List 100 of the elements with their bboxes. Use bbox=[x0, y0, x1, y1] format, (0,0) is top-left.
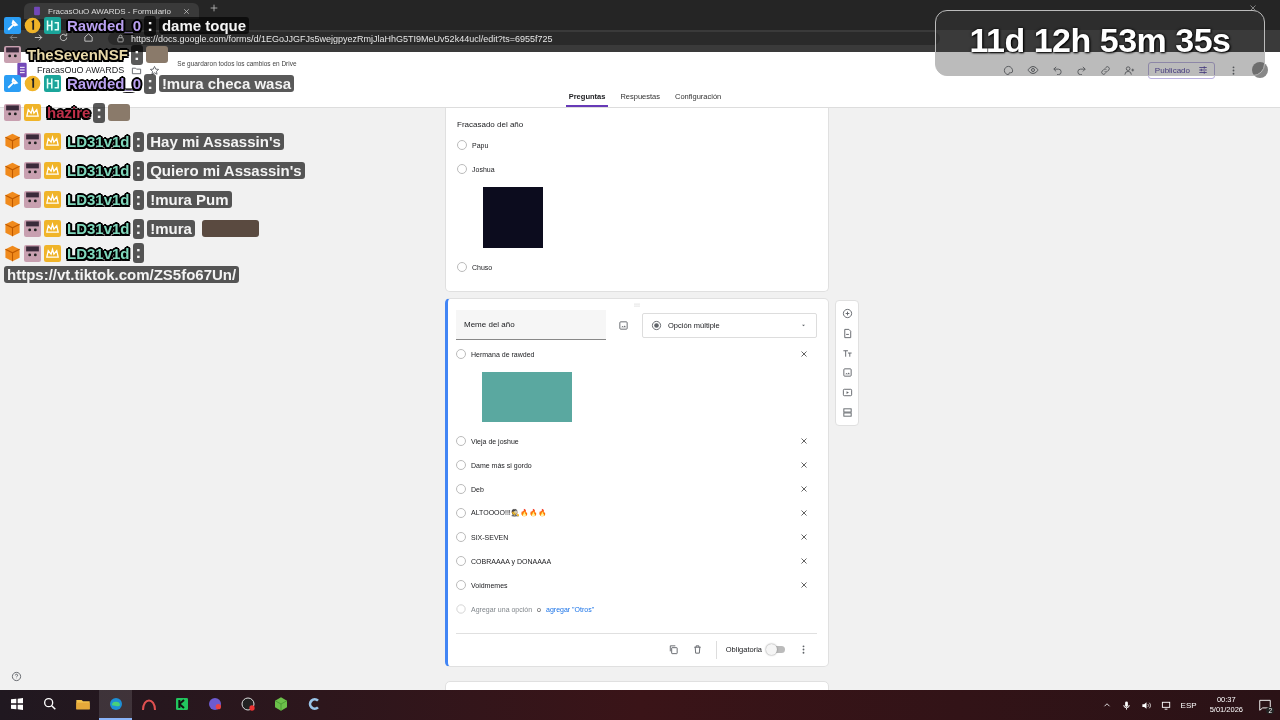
cube-badge-icon bbox=[4, 220, 21, 237]
chat-separator: : bbox=[144, 15, 156, 36]
cube-badge-icon bbox=[4, 191, 21, 208]
eye-icon[interactable] bbox=[1026, 64, 1039, 76]
crown-badge-icon bbox=[44, 220, 61, 237]
chat-separator: : bbox=[132, 189, 145, 210]
browser-icon bbox=[107, 696, 124, 712]
wrench-badge-icon bbox=[4, 17, 21, 34]
avatar[interactable] bbox=[1252, 62, 1268, 78]
countdown-timer: 11d 12h 53m 35s bbox=[969, 20, 1231, 60]
copy-icon[interactable] bbox=[667, 644, 679, 655]
browser-tab[interactable]: FracasOuO AWARDS - Formulario bbox=[24, 3, 199, 19]
import-icon[interactable] bbox=[841, 328, 853, 339]
radio-selected-icon bbox=[651, 319, 662, 331]
close-icon[interactable] bbox=[799, 460, 809, 470]
notification-icon bbox=[1258, 698, 1272, 712]
chat-message: !mura checa wasa bbox=[158, 75, 295, 92]
star-icon[interactable] bbox=[149, 64, 161, 76]
chat-separator: : bbox=[132, 160, 145, 181]
redo-icon[interactable] bbox=[1075, 64, 1087, 76]
chat-separator: : bbox=[132, 243, 145, 263]
chat-separator: : bbox=[132, 131, 145, 152]
windows-icon bbox=[8, 696, 25, 712]
cube-badge-icon bbox=[4, 244, 21, 262]
language-indicator[interactable]: ESP bbox=[1180, 700, 1197, 710]
video-icon[interactable] bbox=[841, 386, 853, 398]
face-badge-icon bbox=[4, 104, 21, 121]
crown-badge-icon bbox=[44, 162, 61, 179]
forward-icon[interactable] bbox=[33, 32, 44, 43]
question-title: Fracasado del año bbox=[457, 118, 525, 131]
forms-icon bbox=[14, 60, 30, 80]
crown-badge-icon bbox=[44, 191, 61, 208]
close-icon[interactable] bbox=[799, 532, 809, 542]
back-icon[interactable] bbox=[8, 32, 19, 43]
image-icon[interactable] bbox=[618, 319, 629, 331]
link-icon[interactable] bbox=[1099, 64, 1111, 76]
face-badge-icon bbox=[24, 220, 41, 237]
add-person-icon[interactable] bbox=[1123, 64, 1135, 76]
question-title-field[interactable]: Meme del año bbox=[456, 310, 606, 340]
close-icon[interactable] bbox=[799, 580, 809, 590]
chat-separator: : bbox=[130, 44, 143, 65]
home-icon[interactable] bbox=[83, 32, 94, 43]
image-icon[interactable] bbox=[841, 367, 853, 379]
wrench-badge-icon bbox=[4, 75, 21, 92]
face-badge-icon bbox=[4, 46, 21, 63]
chat-message: https://vt.tiktok.com/ZS5fo67Un/ bbox=[4, 266, 240, 283]
trash-icon[interactable] bbox=[691, 644, 703, 655]
face-badge-icon bbox=[24, 191, 41, 208]
chat-separator: : bbox=[132, 218, 145, 239]
chat-separator: : bbox=[93, 102, 106, 123]
speaker-icon[interactable] bbox=[1140, 699, 1152, 711]
chat-separator: : bbox=[144, 73, 156, 94]
coin-badge-icon bbox=[24, 75, 41, 92]
chat-message: dame toque bbox=[158, 17, 250, 34]
crown-badge-icon bbox=[44, 244, 61, 262]
radio-outline-icon bbox=[456, 604, 466, 614]
close-icon[interactable] bbox=[182, 6, 191, 16]
add-circle-icon[interactable] bbox=[841, 308, 853, 320]
microphone-icon[interactable] bbox=[1120, 699, 1132, 711]
close-icon[interactable] bbox=[1248, 3, 1258, 13]
cube-icon bbox=[272, 696, 289, 712]
chat-username[interactable]: hazire bbox=[47, 104, 91, 121]
chat-message: !mura bbox=[147, 220, 195, 237]
form-title: FracasOuO AWARDS bbox=[37, 65, 125, 75]
sliders-icon bbox=[1198, 65, 1208, 75]
publish-button[interactable]: Publicado bbox=[1147, 61, 1215, 79]
record-icon bbox=[239, 696, 256, 712]
close-icon[interactable] bbox=[799, 484, 809, 494]
letter-app-icon bbox=[173, 696, 190, 712]
chat-app-icon bbox=[206, 696, 223, 712]
url-text: https://docs.google.com/forms/d/1EGoJJGFJs5wejgpyezRmjJlaHhG5TI9MeUv52k44ucl/edit?ts=6955f725 bbox=[131, 33, 553, 44]
lock-icon bbox=[116, 34, 125, 43]
reload-icon[interactable] bbox=[58, 32, 69, 43]
close-icon[interactable] bbox=[799, 436, 809, 446]
chat-username[interactable]: Rawded_0 bbox=[67, 17, 142, 34]
chat-message: Hay mi Assassin's bbox=[147, 133, 284, 150]
help-icon[interactable] bbox=[11, 671, 22, 682]
palette-icon[interactable] bbox=[1002, 64, 1014, 76]
close-icon[interactable] bbox=[799, 349, 809, 359]
chat-message: !mura Pum bbox=[147, 191, 232, 208]
forms-icon bbox=[32, 6, 42, 16]
section-icon[interactable] bbox=[841, 406, 853, 418]
chat-message: Quiero mi Assassin's bbox=[147, 162, 305, 179]
network-icon[interactable] bbox=[1160, 699, 1172, 711]
face-badge-icon bbox=[24, 162, 41, 179]
face-badge-icon bbox=[24, 133, 41, 150]
cube-badge-icon bbox=[4, 133, 21, 150]
required-toggle[interactable] bbox=[767, 646, 785, 653]
close-icon[interactable] bbox=[799, 508, 809, 518]
undo-icon[interactable] bbox=[1051, 64, 1063, 76]
glyph-badge-icon bbox=[44, 75, 61, 92]
taskbar-app[interactable] bbox=[99, 690, 132, 720]
glyph-badge-icon bbox=[44, 17, 61, 34]
plus-icon[interactable] bbox=[209, 3, 219, 13]
title-text-icon[interactable] bbox=[841, 347, 853, 359]
tab-title: FracasOuO AWARDS - Formulario bbox=[48, 6, 172, 16]
search-icon bbox=[41, 696, 58, 712]
cube-badge-icon bbox=[4, 162, 21, 179]
close-icon[interactable] bbox=[799, 556, 809, 566]
crown-badge-icon bbox=[44, 133, 61, 150]
